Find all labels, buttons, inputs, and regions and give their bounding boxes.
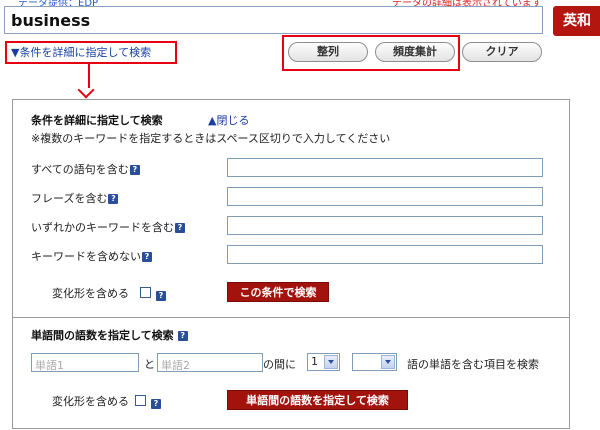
distance-inflection-label: 変化形を含める	[52, 395, 129, 408]
min-distance-select[interactable]: 1	[307, 353, 340, 371]
all-words-label: すべての語句を含む?	[31, 161, 140, 177]
help-icon[interactable]: ?	[177, 331, 188, 341]
max-distance-select[interactable]	[352, 353, 397, 371]
sort-button[interactable]: 整列	[288, 42, 368, 62]
word2-input[interactable]	[158, 357, 262, 374]
section-divider	[13, 317, 569, 318]
exclude-words-label: キーワードを含めない?	[31, 248, 152, 264]
distance-suffix-label: 語の単語を含む項目を検索	[407, 358, 539, 371]
detail-section-title: 条件を詳細に指定して検索	[31, 114, 163, 127]
arrow-head-icon	[77, 81, 95, 99]
phrase-input[interactable]	[228, 191, 542, 208]
help-icon[interactable]: ?	[155, 285, 166, 304]
inflection-checkbox[interactable]	[140, 287, 151, 298]
search-box	[4, 6, 543, 34]
word1-field	[31, 353, 139, 374]
any-words-label: いずれかのキーワードを含む?	[31, 219, 185, 235]
detail-search-button[interactable]: この条件で検索	[227, 282, 329, 302]
distance-search-button[interactable]: 単語間の語数を指定して検索	[227, 390, 408, 410]
help-icon[interactable]: ?	[150, 393, 161, 412]
help-icon[interactable]: ?	[142, 252, 152, 262]
distance-section-title: 単語間の語数を指定して検索?	[31, 327, 188, 343]
help-icon[interactable]: ?	[129, 165, 140, 175]
any-words-input[interactable]	[228, 220, 542, 237]
chevron-down-icon	[324, 355, 338, 369]
all-words-input[interactable]	[228, 162, 542, 179]
word2-field	[157, 353, 263, 374]
and-label: と	[144, 358, 155, 371]
clear-button[interactable]: クリア	[462, 42, 542, 62]
chevron-down-icon	[381, 355, 395, 369]
exclude-words-input[interactable]	[228, 249, 542, 266]
help-icon[interactable]: ?	[108, 194, 119, 204]
distance-inflection-checkbox[interactable]	[135, 395, 146, 406]
exclude-words-field	[227, 245, 543, 266]
detail-search-toggle[interactable]: ▼条件を詳細に指定して検索	[5, 41, 177, 64]
all-words-field	[227, 158, 543, 179]
phrase-label: フレーズを含む?	[31, 190, 119, 206]
keyword-note: ※複数のキーワードを指定するときはスペース区切りで入力してください	[31, 132, 391, 145]
search-input[interactable]	[5, 7, 542, 33]
close-link[interactable]: ▲閉じる	[208, 112, 249, 128]
between-label: の間に	[263, 358, 296, 371]
any-words-field	[227, 216, 543, 237]
inflection-label: 変化形を含める	[52, 287, 129, 300]
frequency-button[interactable]: 頻度集計	[375, 42, 455, 62]
dictionary-button[interactable]: 英和	[553, 6, 600, 36]
help-icon[interactable]: ?	[175, 223, 185, 233]
phrase-field	[227, 187, 543, 208]
word1-input[interactable]	[32, 357, 138, 374]
